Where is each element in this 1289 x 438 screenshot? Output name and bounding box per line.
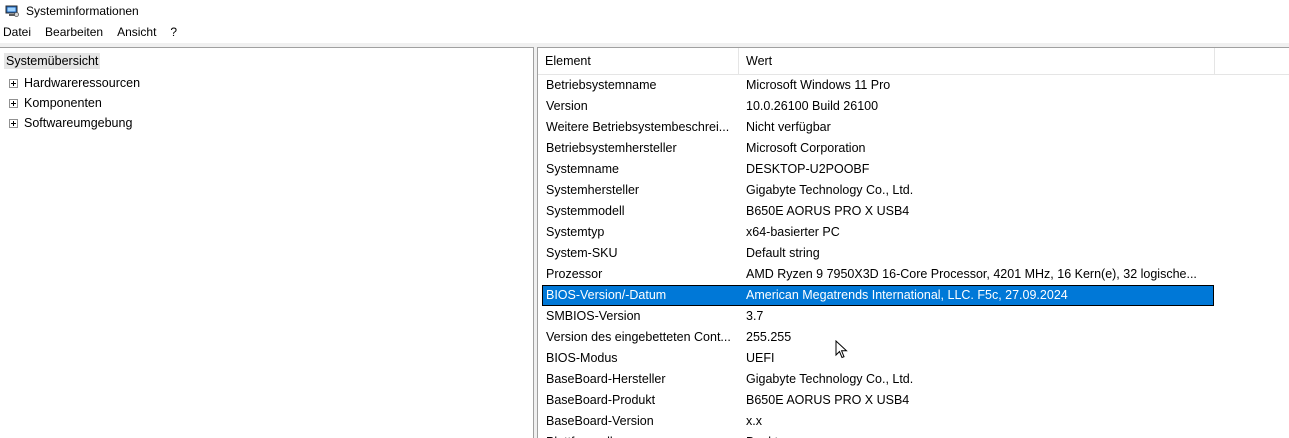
- list-row[interactable]: BaseBoard-Produkt B650E AORUS PRO X USB4: [542, 390, 1214, 411]
- row-element: BIOS-Modus: [546, 351, 618, 365]
- row-element: BaseBoard-Produkt: [546, 393, 656, 407]
- row-value: Microsoft Corporation: [746, 141, 866, 155]
- window-title: Systeminformationen: [26, 4, 139, 18]
- menu-view[interactable]: Ansicht: [110, 22, 163, 43]
- mouse-cursor-icon: [835, 340, 848, 359]
- row-value: Desktop: [746, 432, 1212, 438]
- row-value: American Megatrends International, LLC. …: [746, 288, 1068, 302]
- menu-bar: Datei Bearbeiten Ansicht ?: [0, 22, 1289, 43]
- menu-file[interactable]: Datei: [0, 22, 38, 43]
- row-element: BaseBoard-Version: [546, 414, 654, 428]
- row-element: Betriebsystemhersteller: [546, 141, 677, 155]
- row-element: System-SKU: [546, 246, 618, 260]
- tree-item-hardware-resources[interactable]: Hardwareressourcen: [9, 73, 140, 93]
- expand-icon[interactable]: [9, 98, 18, 108]
- tree-item-label: Hardwareressourcen: [24, 76, 141, 90]
- list-row[interactable]: Betriebsystemhersteller Microsoft Corpora…: [542, 138, 1214, 159]
- row-value: AMD Ryzen 9 7950X3D 16-Core Processor, 4…: [746, 267, 1197, 281]
- tree-item-system-summary[interactable]: Systemübersicht: [4, 53, 101, 69]
- row-value: Microsoft Windows 11 Pro: [746, 78, 891, 92]
- category-tree[interactable]: Systemübersicht Hardwareressourcen Kompo…: [0, 47, 534, 438]
- list-row[interactable]: BIOS-Version/-Datum American Megatrends I…: [542, 285, 1214, 306]
- list-row[interactable]: Betriebsystemname Microsoft Windows 11 Pr…: [542, 75, 1214, 96]
- client-area: Systemübersicht Hardwareressourcen Kompo…: [0, 43, 1289, 438]
- row-element: Systemtyp: [546, 225, 605, 239]
- expand-icon[interactable]: [9, 78, 18, 88]
- list-row[interactable]: BaseBoard-Hersteller Gigabyte Technology …: [542, 369, 1214, 390]
- row-value: 10.0.26100 Build 26100: [746, 99, 879, 113]
- tree-item-software-environment[interactable]: Softwareumgebung: [9, 113, 132, 133]
- row-value: UEFI: [746, 351, 775, 365]
- list-row[interactable]: Version 10.0.26100 Build 26100: [542, 96, 1214, 117]
- row-value: Nicht verfügbar: [746, 120, 831, 134]
- row-value: 3.7: [746, 309, 764, 323]
- row-element: Systemname: [546, 162, 619, 176]
- row-element: Version: [546, 99, 588, 113]
- row-value: Gigabyte Technology Co., Ltd.: [746, 183, 914, 197]
- row-element: Version des eingebetteten Cont...: [546, 330, 731, 344]
- tree-item-label: Komponenten: [24, 96, 102, 110]
- tree-item-label: Softwareumgebung: [24, 116, 133, 130]
- list-row[interactable]: BIOS-Modus UEFI: [542, 348, 1214, 369]
- list-row[interactable]: BaseBoard-Version x.x: [542, 411, 1214, 432]
- list-header: Element Wert: [538, 48, 1289, 75]
- list-row[interactable]: Systemname DESKTOP-U2POOBF: [542, 159, 1214, 180]
- row-value: B650E AORUS PRO X USB4: [746, 393, 910, 407]
- list-row[interactable]: Weitere Betriebsystembeschrei... Nicht ve…: [542, 117, 1214, 138]
- details-list[interactable]: Element Wert Betriebsystemname Microsoft …: [537, 47, 1289, 438]
- row-element: Prozessor: [546, 267, 603, 281]
- menu-edit[interactable]: Bearbeiten: [38, 22, 110, 43]
- list-row[interactable]: System-SKU Default string: [542, 243, 1214, 264]
- column-divider[interactable]: [1214, 48, 1215, 74]
- row-value: 255.255: [746, 330, 792, 344]
- row-element: Systemmodell: [546, 204, 625, 218]
- list-row[interactable]: Plattformrolle Desktop: [542, 432, 1214, 438]
- title-bar[interactable]: Systeminformationen: [0, 0, 1289, 22]
- row-value: DESKTOP-U2POOBF: [746, 162, 870, 176]
- row-value: x64-basierter PC: [746, 225, 840, 239]
- row-element: Plattformrolle: [546, 432, 738, 438]
- row-element: Systemhersteller: [546, 183, 640, 197]
- row-element: Betriebsystemname: [546, 78, 657, 92]
- list-row[interactable]: Systemtyp x64-basierter PC: [542, 222, 1214, 243]
- column-header-value[interactable]: Wert: [739, 48, 1214, 74]
- system-information-window: Systeminformationen Datei Bearbeiten Ans…: [0, 0, 1289, 438]
- expand-icon[interactable]: [9, 118, 18, 128]
- list-row[interactable]: Version des eingebetteten Cont... 255.255: [542, 327, 1214, 348]
- row-value: Gigabyte Technology Co., Ltd.: [746, 372, 914, 386]
- list-row[interactable]: Systemhersteller Gigabyte Technology Co.,…: [542, 180, 1214, 201]
- list-row[interactable]: Systemmodell B650E AORUS PRO X USB4: [542, 201, 1214, 222]
- row-value: B650E AORUS PRO X USB4: [746, 204, 910, 218]
- row-element: Weitere Betriebsystembeschrei...: [546, 120, 730, 134]
- row-element: BIOS-Version/-Datum: [546, 288, 667, 302]
- list-row[interactable]: SMBIOS-Version 3.7: [542, 306, 1214, 327]
- row-element: BaseBoard-Hersteller: [546, 372, 666, 386]
- menu-help[interactable]: ?: [163, 22, 184, 43]
- tree-item-components[interactable]: Komponenten: [9, 93, 102, 113]
- system-information-icon: [5, 5, 19, 17]
- row-value: Default string: [746, 246, 820, 260]
- list-row[interactable]: Prozessor AMD Ryzen 9 7950X3D 16-Core Pro…: [542, 264, 1214, 285]
- column-header-element[interactable]: Element: [538, 48, 738, 74]
- row-value: x.x: [746, 414, 762, 428]
- row-element: SMBIOS-Version: [546, 309, 641, 323]
